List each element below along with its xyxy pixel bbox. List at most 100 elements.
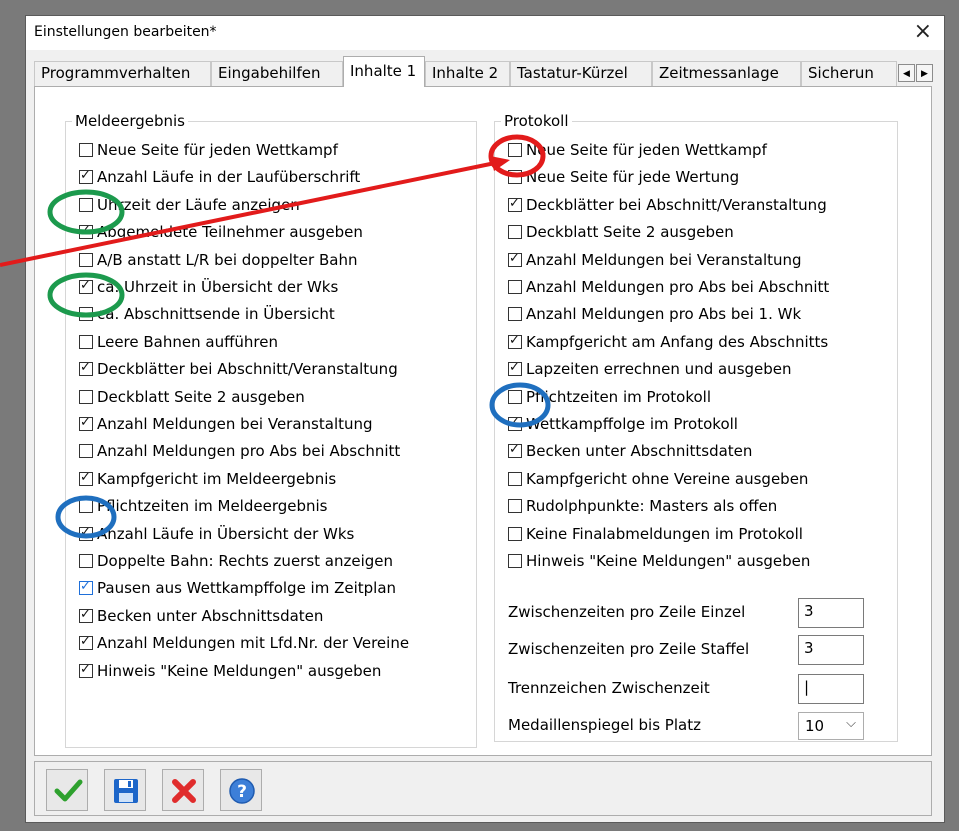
meldeergebnis-checkbox[interactable]: A/B anstatt L/R bei doppelter Bahn bbox=[79, 249, 357, 271]
checkbox-unchecked-icon[interactable] bbox=[508, 526, 522, 541]
protokoll-checkbox[interactable]: Neue Seite für jede Wertung bbox=[508, 166, 739, 188]
checkbox-checked-icon[interactable] bbox=[79, 415, 93, 431]
protokoll-checkbox[interactable]: Kampfgericht ohne Vereine ausgeben bbox=[508, 468, 808, 490]
meldeergebnis-checkbox[interactable]: Anzahl Meldungen pro Abs bei Abschnitt bbox=[79, 440, 400, 462]
checkbox-unchecked-icon[interactable] bbox=[79, 389, 93, 404]
chevron-down-icon: ⌵ bbox=[846, 716, 856, 731]
tab-sicherung[interactable]: Sicherun bbox=[801, 61, 897, 86]
checkbox-checked-icon[interactable] bbox=[79, 360, 93, 377]
checkbox-checked-icon[interactable] bbox=[508, 360, 522, 377]
tab-zeitmessanlage[interactable]: Zeitmessanlage bbox=[652, 61, 801, 86]
protokoll-checkbox[interactable]: Anzahl Meldungen pro Abs bei 1. Wk bbox=[508, 303, 801, 325]
protokoll-checkbox[interactable]: Deckblätter bei Abschnitt/Veranstaltung bbox=[508, 194, 827, 216]
checkbox-unchecked-icon[interactable] bbox=[508, 225, 522, 240]
protokoll-checkbox[interactable]: Lapzeiten errechnen und ausgeben bbox=[508, 358, 792, 380]
meldeergebnis-checkbox[interactable]: ca. Abschnittsende in Übersicht bbox=[79, 303, 335, 325]
meldeergebnis-checkbox[interactable]: Deckblätter bei Abschnitt/Veranstaltung bbox=[79, 358, 398, 380]
tab-scroll-left-icon[interactable]: ◀ bbox=[898, 64, 915, 82]
checkbox-checked-icon[interactable] bbox=[79, 470, 93, 486]
checkbox-label: ca. Abschnittsende in Übersicht bbox=[97, 305, 335, 324]
protokoll-checkbox[interactable]: Rudolphpunkte: Masters als offen bbox=[508, 495, 777, 517]
tab-inhalte-1[interactable]: Inhalte 1 bbox=[343, 56, 425, 87]
medaillenspiegel-label: Medaillenspiegel bis Platz bbox=[508, 716, 701, 734]
checkbox-unchecked-icon[interactable] bbox=[508, 143, 522, 157]
meldeergebnis-checkbox[interactable]: Deckblatt Seite 2 ausgeben bbox=[79, 386, 305, 408]
protokoll-checkbox[interactable]: Pflichtzeiten im Protokoll bbox=[508, 386, 711, 408]
checkbox-unchecked-icon[interactable] bbox=[79, 554, 93, 568]
medaillenspiegel-select[interactable]: 10 ⌵ bbox=[798, 712, 864, 740]
protokoll-checkbox[interactable]: Wettkampffolge im Protokoll bbox=[508, 413, 738, 435]
checkbox-label: Anzahl Meldungen pro Abs bei Abschnitt bbox=[97, 442, 401, 461]
protokoll-checkbox[interactable]: Neue Seite für jeden Wettkampf bbox=[508, 139, 767, 161]
meldeergebnis-checkbox[interactable]: Pausen aus Wettkampffolge im Zeitplan bbox=[79, 577, 396, 599]
checkbox-unchecked-icon[interactable] bbox=[79, 334, 93, 349]
meldeergebnis-checkbox[interactable]: Kampfgericht im Meldeergebnis bbox=[79, 468, 336, 490]
protokoll-checkbox[interactable]: Keine Finalabmeldungen im Protokoll bbox=[508, 523, 803, 545]
checkbox-checked-icon[interactable] bbox=[508, 442, 522, 459]
tab-scroll-right-icon[interactable]: ▶ bbox=[916, 64, 933, 82]
checkbox-label: Becken unter Abschnittsdaten bbox=[526, 442, 753, 461]
cancel-button[interactable] bbox=[162, 769, 204, 811]
protokoll-checkbox[interactable]: Kampfgericht am Anfang des Abschnitts bbox=[508, 331, 828, 353]
checkbox-unchecked-icon[interactable] bbox=[508, 170, 522, 185]
protokoll-checkbox[interactable]: Hinweis "Keine Meldungen" ausgeben bbox=[508, 550, 810, 572]
checkbox-label: Hinweis "Keine Meldungen" ausgeben bbox=[526, 552, 811, 570]
zwischenzeiten-einzel-input[interactable]: 3 bbox=[798, 598, 864, 628]
meldeergebnis-checkbox[interactable]: Doppelte Bahn: Rechts zuerst anzeigen bbox=[79, 550, 393, 572]
button-bar: ? bbox=[34, 761, 932, 816]
checkbox-unchecked-icon[interactable] bbox=[79, 307, 93, 322]
meldeergebnis-checkbox[interactable]: Anzahl Läufe in Übersicht der Wks bbox=[79, 523, 354, 545]
checkbox-checked-icon[interactable] bbox=[79, 525, 93, 541]
meldeergebnis-checkbox[interactable]: ca. Uhrzeit in Übersicht der Wks bbox=[79, 276, 338, 298]
checkbox-checked-icon[interactable] bbox=[79, 168, 93, 185]
meldeergebnis-checkbox[interactable]: Uhrzeit der Läufe anzeigen bbox=[79, 194, 300, 216]
meldeergebnis-checkbox[interactable]: Hinweis "Keine Meldungen" ausgeben bbox=[79, 660, 381, 682]
ok-button[interactable] bbox=[46, 769, 88, 811]
checkbox-unchecked-icon[interactable] bbox=[79, 499, 93, 514]
protokoll-checkbox[interactable]: Deckblatt Seite 2 ausgeben bbox=[508, 221, 734, 243]
checkbox-checked-icon[interactable] bbox=[508, 333, 522, 349]
meldeergebnis-checkbox[interactable]: Neue Seite für jeden Wettkampf bbox=[79, 139, 338, 161]
checkbox-unchecked-icon[interactable] bbox=[79, 197, 93, 212]
checkbox-label: Uhrzeit der Läufe anzeigen bbox=[97, 195, 300, 214]
checkbox-checked-icon[interactable] bbox=[79, 662, 93, 678]
checkbox-unchecked-icon[interactable] bbox=[508, 554, 522, 568]
checkbox-unchecked-icon[interactable] bbox=[79, 252, 93, 267]
checkbox-checked-icon[interactable] bbox=[79, 634, 93, 651]
checkbox-label: Neue Seite für jede Wertung bbox=[526, 168, 740, 187]
checkbox-unchecked-icon[interactable] bbox=[508, 389, 522, 404]
zwischenzeiten-staffel-input[interactable]: 3 bbox=[798, 635, 864, 665]
checkbox-unchecked-icon[interactable] bbox=[79, 444, 93, 459]
meldeergebnis-checkbox[interactable]: Anzahl Meldungen bei Veranstaltung bbox=[79, 413, 373, 435]
meldeergebnis-checkbox[interactable]: Leere Bahnen aufführen bbox=[79, 331, 278, 353]
meldeergebnis-checkbox[interactable]: Becken unter Abschnittsdaten bbox=[79, 605, 323, 627]
tab-inhalte-2[interactable]: Inhalte 2 bbox=[425, 61, 510, 86]
tab-eingabehilfen[interactable]: Eingabehilfen bbox=[211, 61, 343, 86]
checkbox-checked-icon[interactable] bbox=[79, 223, 93, 240]
meldeergebnis-checkbox[interactable]: Anzahl Meldungen mit Lfd.Nr. der Vereine bbox=[79, 632, 409, 654]
checkbox-unchecked-icon[interactable] bbox=[508, 499, 522, 514]
checkbox-unchecked-icon[interactable] bbox=[508, 280, 522, 294]
tab-tastatur-kuerzel[interactable]: Tastatur-Kürzel bbox=[510, 61, 652, 86]
checkbox-label: Kampfgericht ohne Vereine ausgeben bbox=[526, 469, 809, 488]
save-button[interactable] bbox=[104, 769, 146, 811]
protokoll-checkbox[interactable]: Becken unter Abschnittsdaten bbox=[508, 440, 752, 462]
help-button[interactable]: ? bbox=[220, 769, 262, 811]
meldeergebnis-checkbox[interactable]: Abgemeldete Teilnehmer ausgeben bbox=[79, 221, 363, 243]
checkbox-checked-icon[interactable] bbox=[79, 579, 93, 596]
checkbox-unchecked-icon[interactable] bbox=[508, 471, 522, 486]
checkbox-unchecked-icon[interactable] bbox=[79, 143, 93, 157]
protokoll-checkbox[interactable]: Anzahl Meldungen bei Veranstaltung bbox=[508, 249, 802, 271]
tab-programmverhalten[interactable]: Programmverhalten bbox=[34, 61, 211, 86]
trennzeichen-input[interactable]: | bbox=[798, 674, 864, 704]
close-icon[interactable]: × bbox=[914, 19, 932, 44]
checkbox-checked-icon[interactable] bbox=[508, 415, 522, 431]
checkbox-checked-icon[interactable] bbox=[79, 607, 93, 623]
meldeergebnis-checkbox[interactable]: Anzahl Läufe in der Laufüberschrift bbox=[79, 166, 360, 188]
meldeergebnis-checkbox[interactable]: Pflichtzeiten im Meldeergebnis bbox=[79, 495, 327, 517]
checkbox-checked-icon[interactable] bbox=[508, 251, 522, 267]
checkbox-unchecked-icon[interactable] bbox=[508, 307, 522, 322]
protokoll-checkbox[interactable]: Anzahl Meldungen pro Abs bei Abschnitt bbox=[508, 276, 829, 298]
checkbox-checked-icon[interactable] bbox=[79, 278, 93, 294]
checkbox-checked-icon[interactable] bbox=[508, 196, 522, 212]
